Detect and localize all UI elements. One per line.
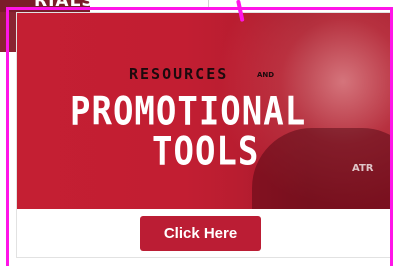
headline-resources: RESOURCES [129, 65, 229, 83]
promo-card: ATR RESOURCES AND PROMOTIONAL TOOLS Clic… [16, 12, 391, 258]
headline-and: AND [257, 71, 275, 79]
promo-banner[interactable]: ATR RESOURCES AND PROMOTIONAL TOOLS [17, 13, 390, 209]
annotation-top-line [6, 7, 393, 10]
banner-headline: RESOURCES AND PROMOTIONAL TOOLS [17, 13, 390, 209]
click-here-button[interactable]: Click Here [140, 216, 261, 251]
background-tile: RIALS [0, 0, 90, 12]
headline-tools: TOOLS [152, 129, 260, 175]
annotation-left-line [6, 8, 9, 266]
